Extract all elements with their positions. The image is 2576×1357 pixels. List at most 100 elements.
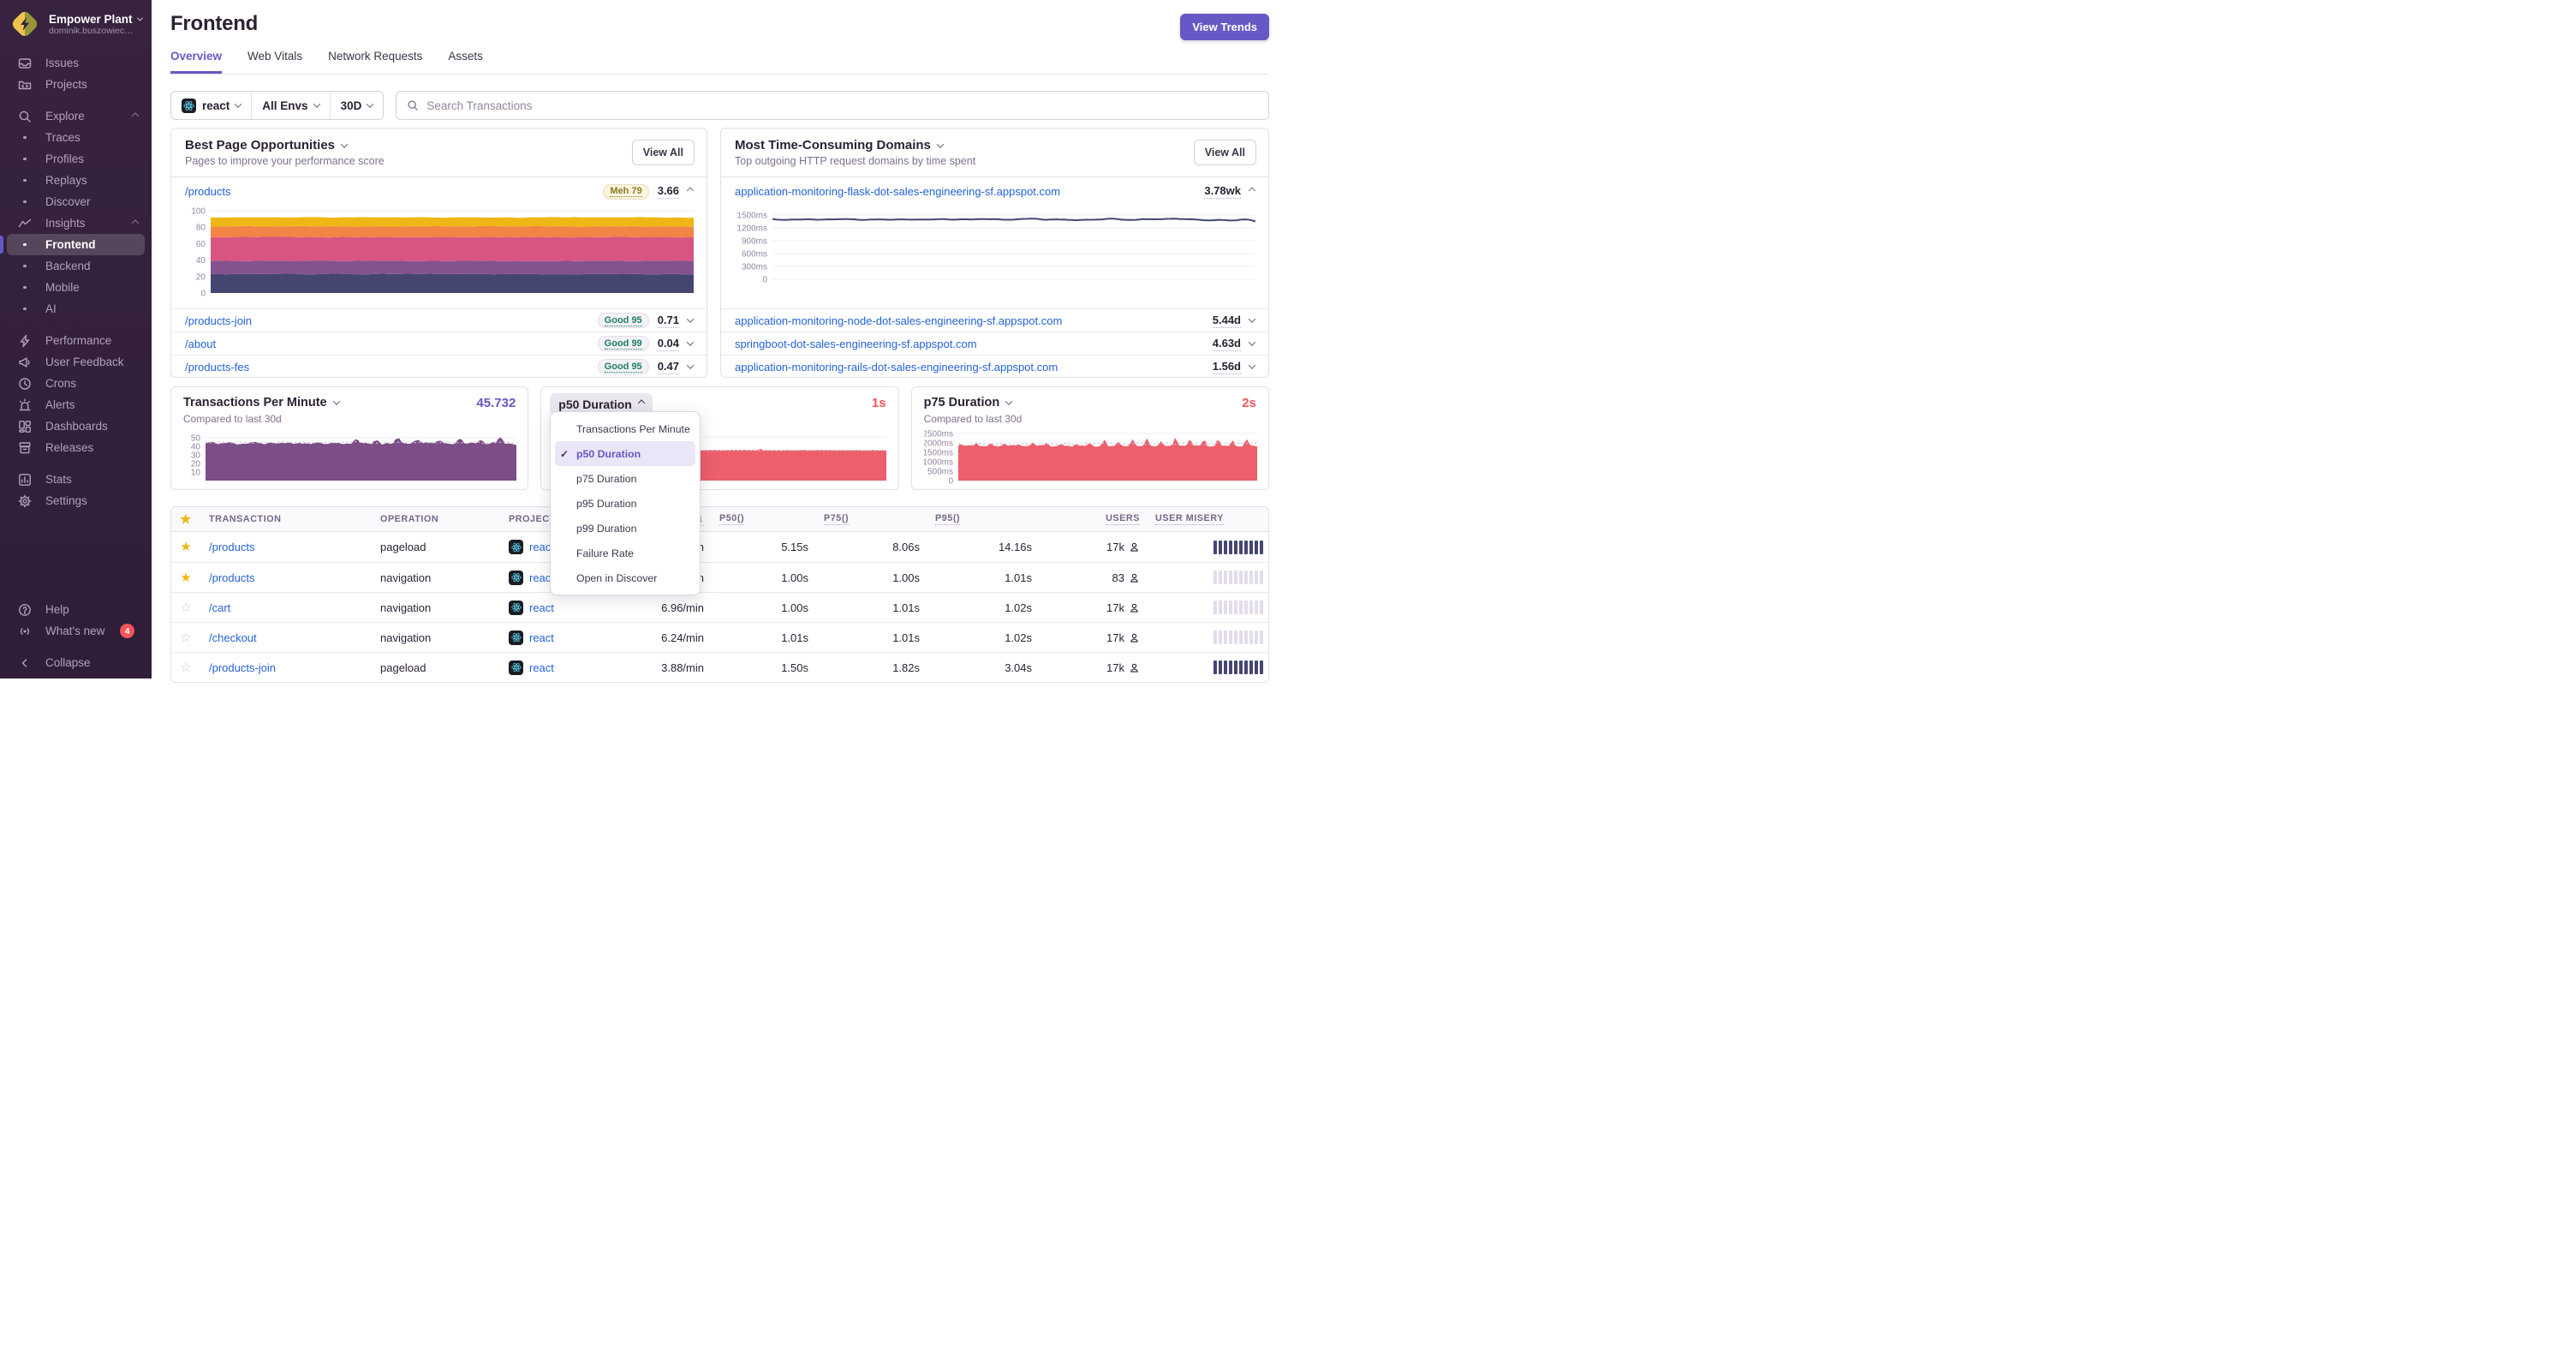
- tab-overview[interactable]: Overview: [170, 50, 222, 74]
- tab-network-requests[interactable]: Network Requests: [328, 50, 422, 74]
- star-toggle[interactable]: ★: [180, 571, 191, 584]
- star-toggle[interactable]: ☆: [180, 601, 191, 614]
- menu-item-p95-duration[interactable]: p95 Duration: [555, 491, 695, 516]
- menu-item-p99-duration[interactable]: p99 Duration: [555, 516, 695, 541]
- sidebar-item-backend[interactable]: Backend: [7, 255, 145, 277]
- sidebar-item-releases[interactable]: Releases: [7, 437, 145, 458]
- expand-toggle[interactable]: [1248, 338, 1256, 346]
- transaction-link[interactable]: /products: [185, 185, 230, 198]
- chevron-down-icon: [136, 15, 143, 21]
- svg-text:50: 50: [191, 434, 201, 444]
- svg-text:0: 0: [200, 290, 206, 299]
- metric-selector-tpm[interactable]: Transactions Per Minute: [183, 396, 340, 409]
- sidebar-item-frontend[interactable]: Frontend: [0, 234, 145, 255]
- tpm-area-chart: 1020304050: [191, 434, 517, 481]
- metric-title: Transactions Per Minute: [183, 396, 327, 409]
- p95-cell: 1.02s: [1005, 631, 1032, 644]
- transaction-link[interactable]: /products: [209, 541, 254, 553]
- project-link[interactable]: react: [529, 601, 554, 614]
- domain-link[interactable]: springboot-dot-sales-engineering-sf.apps…: [735, 338, 977, 350]
- sidebar-item-user-feedback[interactable]: User Feedback: [7, 351, 145, 373]
- sidebar-item-crons[interactable]: Crons: [7, 373, 145, 394]
- time-spent-value: 4.63d: [1212, 336, 1241, 351]
- check-icon: ✓: [560, 447, 569, 460]
- star-toggle[interactable]: ☆: [180, 661, 191, 674]
- sidebar-item-label: Projects: [45, 78, 87, 91]
- sidebar-item-stats[interactable]: Stats: [7, 469, 145, 490]
- sidebar-item-traces[interactable]: Traces: [7, 127, 145, 148]
- expand-toggle[interactable]: [686, 315, 695, 323]
- sidebar-item-discover[interactable]: Discover: [7, 191, 145, 212]
- expand-toggle[interactable]: [1248, 362, 1256, 369]
- menu-item-transactions-per-minute[interactable]: Transactions Per Minute: [555, 416, 695, 441]
- search-input[interactable]: [426, 99, 1258, 112]
- date-range-filter[interactable]: 30D: [329, 92, 384, 119]
- transaction-link[interactable]: /checkout: [209, 631, 257, 644]
- environment-filter-label: All Envs: [262, 99, 308, 112]
- sidebar-item-alerts[interactable]: Alerts: [7, 394, 145, 415]
- menu-item-open-in-discover[interactable]: Open in Discover: [555, 565, 695, 590]
- most-time-consuming-domains-panel: Most Time-Consuming Domains Top outgoing…: [720, 128, 1269, 378]
- view-all-button[interactable]: View All: [631, 140, 695, 165]
- menu-item-p50-duration[interactable]: ✓ p50 Duration: [555, 441, 695, 466]
- sidebar-item-label: Collapse: [45, 656, 91, 669]
- sidebar-item-mobile[interactable]: Mobile: [7, 277, 145, 298]
- project-filter[interactable]: react: [171, 92, 251, 119]
- sidebar-item-settings[interactable]: Settings: [7, 490, 145, 511]
- star-toggle[interactable]: ☆: [180, 631, 191, 644]
- expand-toggle[interactable]: [686, 338, 695, 346]
- page-filter-group: react All Envs 30D: [170, 91, 385, 120]
- metric-selector-p75[interactable]: p75 Duration: [924, 396, 1013, 409]
- star-toggle[interactable]: ★: [180, 541, 191, 553]
- expand-toggle[interactable]: [686, 186, 695, 194]
- environment-filter[interactable]: All Envs: [251, 92, 329, 119]
- sidebar-item-replays[interactable]: Replays: [7, 170, 145, 191]
- svg-text:300ms: 300ms: [742, 263, 767, 272]
- sidebar-item-collapse[interactable]: Collapse: [7, 652, 145, 673]
- project-link[interactable]: react: [529, 631, 554, 644]
- tab-assets[interactable]: Assets: [448, 50, 483, 74]
- domain-link[interactable]: application-monitoring-node-dot-sales-en…: [735, 314, 1062, 327]
- transaction-link[interactable]: /cart: [209, 601, 230, 614]
- column-header-p50[interactable]: P50(): [711, 513, 815, 525]
- sidebar-item-help[interactable]: Help: [7, 599, 145, 620]
- sidebar-item-profiles[interactable]: Profiles: [7, 148, 145, 170]
- panel-subtitle: Top outgoing HTTP request domains by tim…: [735, 155, 976, 167]
- panel-title-dropdown[interactable]: Best Page Opportunities: [185, 138, 693, 152]
- filter-bar: react All Envs 30D: [170, 91, 1269, 120]
- domain-link[interactable]: application-monitoring-rails-dot-sales-e…: [735, 361, 1058, 374]
- transaction-link[interactable]: /products-join: [185, 314, 252, 327]
- expand-toggle[interactable]: [1248, 315, 1256, 323]
- project-link[interactable]: react: [529, 661, 554, 674]
- expand-toggle[interactable]: [1248, 186, 1256, 194]
- menu-item-failure-rate[interactable]: Failure Rate: [555, 541, 695, 565]
- transaction-link[interactable]: /about: [185, 338, 216, 350]
- column-header-p75[interactable]: P75(): [815, 513, 927, 525]
- sidebar-item-explore[interactable]: Explore: [7, 105, 145, 127]
- sidebar-item-performance[interactable]: Performance: [7, 330, 145, 351]
- org-switcher[interactable]: Empower Plant dominik.buszowiec…: [0, 0, 152, 45]
- domain-link[interactable]: application-monitoring-flask-dot-sales-e…: [735, 185, 1060, 198]
- tab-bar: Overview Web Vitals Network Requests Assets: [170, 50, 1269, 75]
- sidebar-item-projects[interactable]: Projects: [7, 74, 145, 95]
- column-header-user-misery[interactable]: USER MISERY: [1147, 513, 1268, 525]
- sidebar-item-issues[interactable]: Issues: [7, 52, 145, 74]
- menu-item-p75-duration[interactable]: p75 Duration: [555, 466, 695, 491]
- sidebar-item-ai[interactable]: AI: [7, 298, 145, 320]
- sidebar-item-dashboards[interactable]: Dashboards: [7, 415, 145, 437]
- sidebar-item-what-s-new[interactable]: What's new 4: [7, 620, 145, 642]
- transaction-link[interactable]: /products-join: [209, 661, 276, 674]
- tab-web-vitals[interactable]: Web Vitals: [247, 50, 302, 74]
- view-all-button[interactable]: View All: [1193, 140, 1256, 165]
- column-header-users[interactable]: USERS: [1039, 513, 1147, 525]
- column-header-p95[interactable]: P95(): [927, 513, 1039, 525]
- panel-title-dropdown[interactable]: Most Time-Consuming Domains: [735, 138, 1255, 152]
- transaction-link[interactable]: /products: [209, 571, 254, 584]
- transactions-table: ★TRANSACTIONOPERATIONPROJECTTPM()↓P50()P…: [170, 506, 1269, 683]
- expand-toggle[interactable]: [686, 362, 695, 369]
- sidebar-item-insights[interactable]: Insights: [7, 212, 145, 234]
- view-trends-button[interactable]: View Trends: [1180, 14, 1269, 40]
- transaction-link[interactable]: /products-fes: [185, 361, 249, 374]
- stats-icon: [18, 473, 32, 487]
- whats-new-count-badge: 4: [120, 624, 134, 638]
